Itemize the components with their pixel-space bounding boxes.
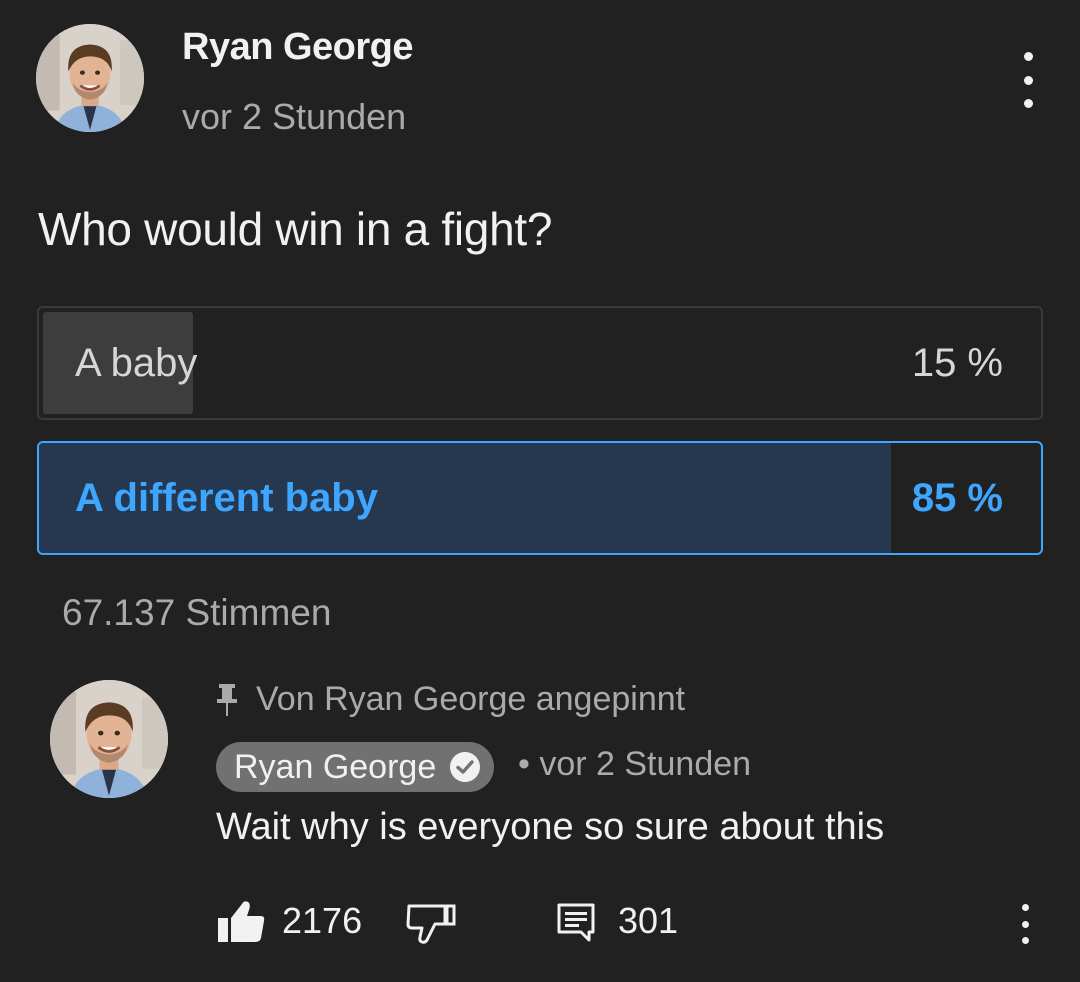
- verified-icon: [450, 752, 481, 782]
- poll-option-label: A baby: [75, 340, 198, 385]
- poll-option[interactable]: A baby 15 %: [37, 306, 1043, 420]
- poll-option-percent: 85 %: [911, 475, 1003, 520]
- like-count: 2176: [282, 900, 363, 941]
- menu-dot: [1021, 937, 1029, 944]
- pinned-indicator: Von Ryan George angepinnt: [216, 680, 685, 719]
- menu-dot: [1021, 920, 1029, 928]
- menu-dot: [1021, 904, 1029, 911]
- commenter-avatar-image: [50, 680, 168, 798]
- comment-author-chip[interactable]: Ryan George: [216, 742, 495, 792]
- author-avatar-image: [36, 24, 144, 132]
- poll-question: Who would win in a fight?: [38, 203, 553, 255]
- comment-icon[interactable]: [556, 902, 596, 944]
- poll-option-label: A different baby: [75, 475, 378, 520]
- thumbs-up-icon[interactable]: [216, 898, 266, 944]
- author-avatar[interactable]: [36, 24, 144, 132]
- post-timestamp: vor 2 Stunden: [182, 96, 407, 137]
- reply-count: 301: [618, 900, 679, 941]
- vote-count: 67.137 Stimmen: [62, 592, 332, 633]
- pin-icon: [217, 683, 237, 716]
- menu-dot: [1023, 99, 1033, 108]
- poll-option-percent: 15 %: [911, 340, 1003, 385]
- commenter-avatar[interactable]: [50, 680, 168, 798]
- menu-dot: [1023, 75, 1033, 85]
- more-vert-icon[interactable]: [1008, 52, 1048, 108]
- pinned-label: Von Ryan George angepinnt: [256, 680, 686, 718]
- comment-more-vert-icon[interactable]: [1014, 904, 1036, 944]
- menu-dot: [1023, 52, 1033, 61]
- comment-timestamp: • vor 2 Stunden: [518, 745, 752, 783]
- comment-author-name: Ryan George: [234, 747, 437, 786]
- author-name[interactable]: Ryan George: [182, 26, 414, 69]
- thumbs-down-icon[interactable]: [405, 902, 457, 946]
- poll-option-selected[interactable]: A different baby 85 %: [37, 441, 1043, 555]
- comment-text: Wait why is everyone so sure about this: [216, 806, 885, 848]
